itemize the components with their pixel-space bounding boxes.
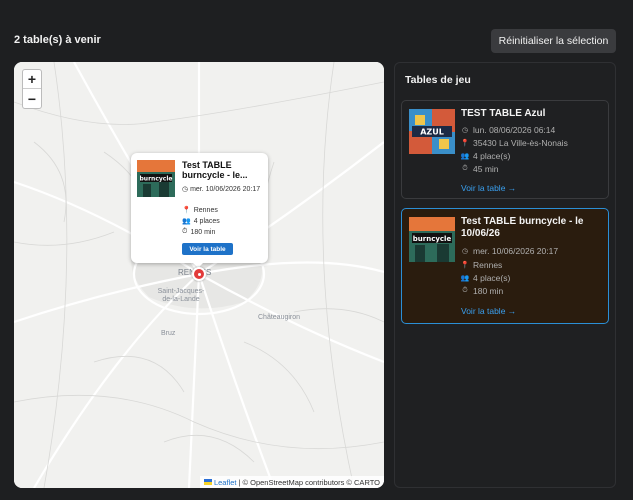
timer-icon: ⏱ <box>462 165 468 172</box>
card-duration: ⏱ 45 min <box>461 164 499 174</box>
people-icon: 👥 <box>460 275 470 282</box>
people-icon: 👥 <box>460 153 470 160</box>
map[interactable]: + − RENNES Saint-Jacques-de-la-Lande Bru… <box>14 62 384 488</box>
zoom-out-button[interactable]: − <box>23 89 41 108</box>
people-icon: 👥 <box>182 218 191 225</box>
card-location: 📍 35430 La Ville-ès-Nonais <box>461 138 568 148</box>
popup-places-text: 4 places <box>193 217 220 225</box>
page-title: 2 table(s) à venir <box>14 34 101 46</box>
clock-icon: ◷ <box>461 248 469 255</box>
card-duration-text: 45 min <box>473 164 499 174</box>
tables-panel: Tables de jeu AZUL TEST TABLE Azul ◷ lun.… <box>394 62 616 488</box>
popup-view-table-button[interactable]: Voir la table <box>182 243 233 255</box>
popup-places: 👥 4 places <box>182 217 220 226</box>
view-table-link[interactable]: Voir la table → <box>461 183 516 193</box>
popup-date: ◷ mer. 10/06/2026 20:17 <box>182 185 262 194</box>
attribution-text: | © OpenStreetMap contributors © CARTO <box>238 477 380 487</box>
card-places: 👥 4 place(s) <box>460 273 511 283</box>
card-places-text: 4 place(s) <box>473 151 511 161</box>
timer-icon: ⏱ <box>182 228 188 235</box>
card-date: ◷ mer. 10/06/2026 20:17 <box>461 246 558 256</box>
card-places: 👥 4 place(s) <box>460 151 511 161</box>
burncycle-logo: burncycle <box>413 235 452 243</box>
pin-icon: 📍 <box>182 207 191 214</box>
card-location: 📍 Rennes <box>460 260 503 270</box>
map-label-bruz: Bruz <box>161 330 176 337</box>
card-date-text: lun. 08/06/2026 06:14 <box>473 125 556 135</box>
card-date-text: mer. 10/06/2026 20:17 <box>473 246 559 256</box>
popup-location: 📍 Rennes <box>182 206 218 215</box>
popup-title: Test TABLE burncycle - le... <box>182 160 248 180</box>
popup-date-text: mer. 10/06/2026 20:17 <box>190 186 261 193</box>
card-duration-text: 180 min <box>473 286 504 296</box>
clock-icon: ◷ <box>182 186 191 193</box>
table-card[interactable]: AZUL TEST TABLE Azul ◷ lun. 08/06/2026 06… <box>401 100 609 199</box>
leaflet-link[interactable]: Leaflet <box>214 478 237 487</box>
card-location-text: 35430 La Ville-ès-Nonais <box>473 138 568 148</box>
card-duration: ⏱ 180 min <box>461 286 503 296</box>
popup-location-text: Rennes <box>193 206 218 214</box>
reset-selection-button[interactable]: Réinitialiser la sélection <box>491 29 616 53</box>
card-date: ◷ lun. 08/06/2026 06:14 <box>461 125 555 135</box>
map-label-chateaugiron: Châteaugiron <box>258 314 301 321</box>
map-marker[interactable] <box>192 267 206 281</box>
map-attribution: Leaflet | © OpenStreetMap contributors ©… <box>199 476 384 488</box>
pin-icon: 📍 <box>460 262 470 269</box>
popup-duration-text: 180 min <box>190 228 216 236</box>
burncycle-thumbnail: burncycle <box>137 160 175 197</box>
view-table-link[interactable]: Voir la table → <box>461 306 516 316</box>
ukraine-flag-icon <box>203 479 212 485</box>
azul-logo: AZUL <box>420 128 444 137</box>
card-title: Test TABLE burncycle - le 10/06/26 <box>461 216 584 239</box>
pin-icon: 📍 <box>460 140 470 147</box>
popup-duration: ⏱ 180 min <box>182 228 215 236</box>
azul-thumbnail: AZUL <box>409 109 455 154</box>
panel-title: Tables de jeu <box>405 74 471 86</box>
table-card-selected[interactable]: burncycle Test TABLE burncycle - le 10/0… <box>401 208 609 324</box>
zoom-control: + − <box>22 69 42 109</box>
burncycle-logo: burncycle <box>140 176 173 183</box>
map-label-saint-jacques: Saint-Jacques-de-la-Lande <box>157 288 205 303</box>
card-places-text: 4 place(s) <box>473 273 511 283</box>
zoom-in-button[interactable]: + <box>23 70 41 89</box>
timer-icon: ⏱ <box>462 287 468 294</box>
card-location-text: Rennes <box>473 260 503 270</box>
clock-icon: ◷ <box>461 127 469 134</box>
burncycle-thumbnail: burncycle <box>409 217 455 262</box>
map-popup: burncycle Test TABLE burncycle - le... ◷… <box>131 153 268 263</box>
card-title: TEST TABLE Azul <box>461 108 546 119</box>
